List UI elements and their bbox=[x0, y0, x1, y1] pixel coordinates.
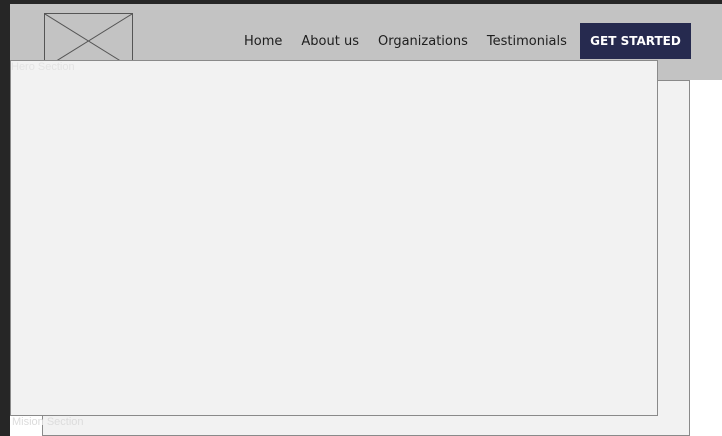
image-placeholder-icon[interactable] bbox=[44, 13, 133, 69]
hero-tagline: "Empowering Lives, Building Hope: Benefi… bbox=[192, 238, 542, 280]
nav-link-organizations[interactable]: Organizations bbox=[378, 34, 468, 49]
company-name-heading: [Nombre de la Empresa] bbox=[180, 165, 552, 196]
nav-link-home[interactable]: Home bbox=[244, 34, 282, 49]
placeholder-cross-icon bbox=[45, 14, 132, 68]
nav-link-about-us[interactable]: About us bbox=[301, 34, 359, 49]
navbar: Home About us Organizations Testimonials… bbox=[10, 4, 722, 80]
get-started-button[interactable]: GET STARTED bbox=[580, 23, 691, 59]
hero-buttons: OUR TEAM CONTACT US bbox=[244, 314, 489, 351]
nav-link-testimonials[interactable]: Testimonials bbox=[487, 34, 567, 49]
design-canvas: Home About us Organizations Testimonials… bbox=[0, 0, 722, 436]
artboard: Home About us Organizations Testimonials… bbox=[10, 4, 722, 436]
nav-links: Home About us Organizations Testimonials bbox=[244, 30, 567, 52]
our-team-button[interactable]: OUR TEAM bbox=[244, 314, 356, 351]
hero-section: [Nombre de la Empresa] "Empowering Lives… bbox=[42, 80, 690, 436]
contact-us-button[interactable]: CONTACT US bbox=[377, 314, 489, 351]
